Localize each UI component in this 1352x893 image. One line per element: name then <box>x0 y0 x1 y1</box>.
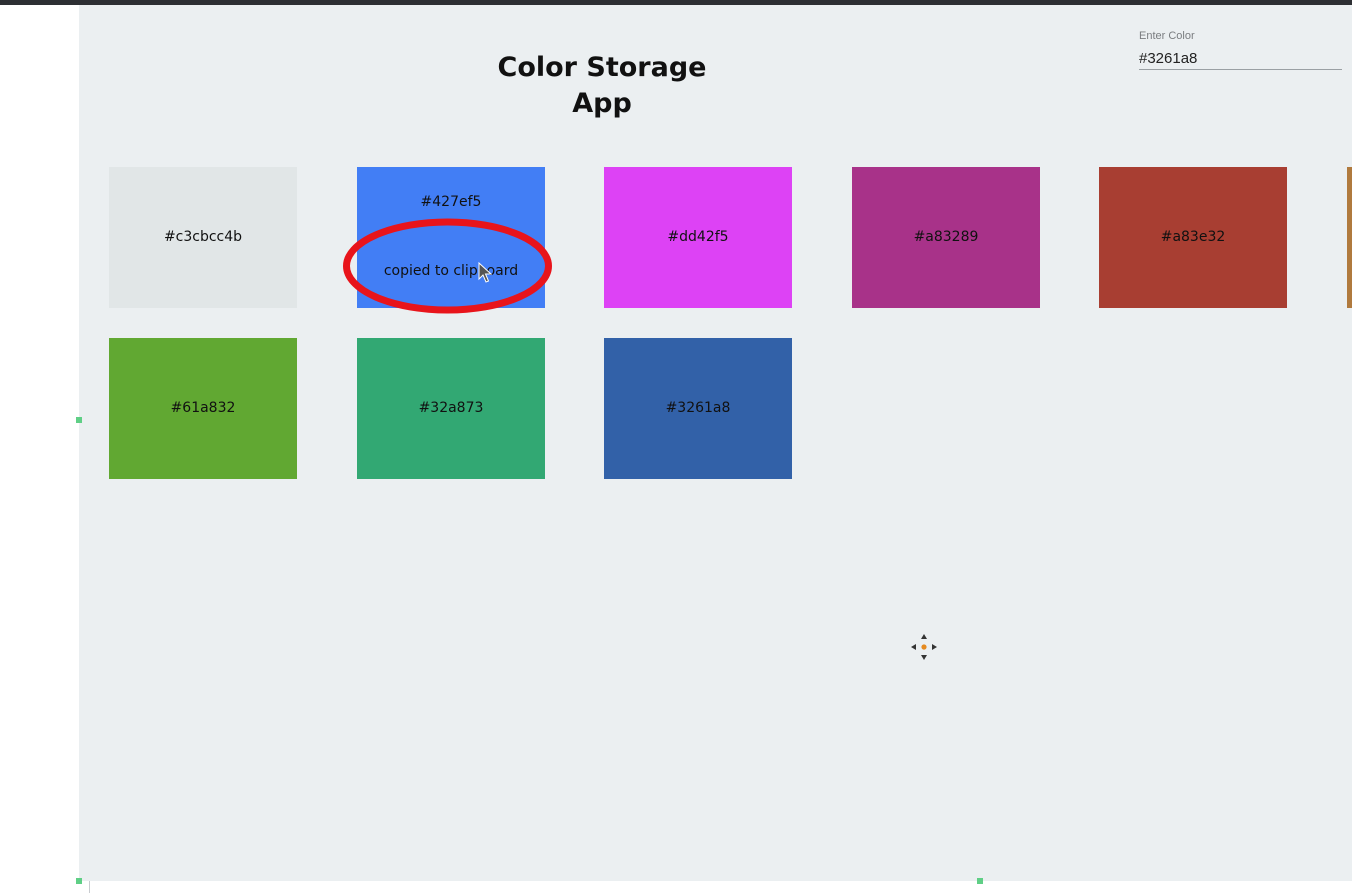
color-swatch[interactable]: #3261a8 <box>604 338 792 479</box>
swatch-hex-label: #3261a8 <box>665 400 731 416</box>
color-swatch[interactable]: #61a832 <box>109 338 297 479</box>
app-container: Color Storage App Enter Color #c3cbcc4b … <box>79 5 1352 881</box>
color-input-field: Enter Color <box>1139 29 1342 75</box>
swatch-hex-label: #32a873 <box>418 400 484 416</box>
move-icon <box>911 634 937 660</box>
swatch-hex-label: #a83e32 <box>1160 229 1226 245</box>
color-swatch[interactable]: #32a873 <box>357 338 545 479</box>
color-input-label: Enter Color <box>1139 30 1195 42</box>
color-swatch[interactable]: #a83e32 <box>1099 167 1287 308</box>
bottom-ruler-tick <box>89 881 90 893</box>
swatch-hex-label: #a83289 <box>913 229 979 245</box>
bottom-margin <box>79 881 1352 893</box>
swatch-hex-label: #427ef5 <box>420 194 482 210</box>
color-swatch[interactable]: #c3cbcc4b <box>109 167 297 308</box>
selection-handle[interactable] <box>977 878 983 884</box>
copied-to-clipboard-message: copied to clipboard <box>383 263 519 279</box>
swatch-hex-label: #61a832 <box>170 400 236 416</box>
selection-handle[interactable] <box>76 878 82 884</box>
color-swatch[interactable]: #dd42f5 <box>604 167 792 308</box>
color-swatch-copied[interactable]: #427ef5 copied to clipboard <box>357 167 545 308</box>
page-title: Color Storage App <box>497 52 707 119</box>
color-swatch[interactable]: #a83289 <box>852 167 1040 308</box>
swatch-hex-label: #dd42f5 <box>667 229 729 245</box>
selection-handle[interactable] <box>76 417 82 423</box>
color-swatch-partial[interactable] <box>1347 167 1352 308</box>
left-margin <box>0 5 79 893</box>
swatch-hex-label: #c3cbcc4b <box>163 229 243 245</box>
color-input[interactable] <box>1139 47 1342 70</box>
